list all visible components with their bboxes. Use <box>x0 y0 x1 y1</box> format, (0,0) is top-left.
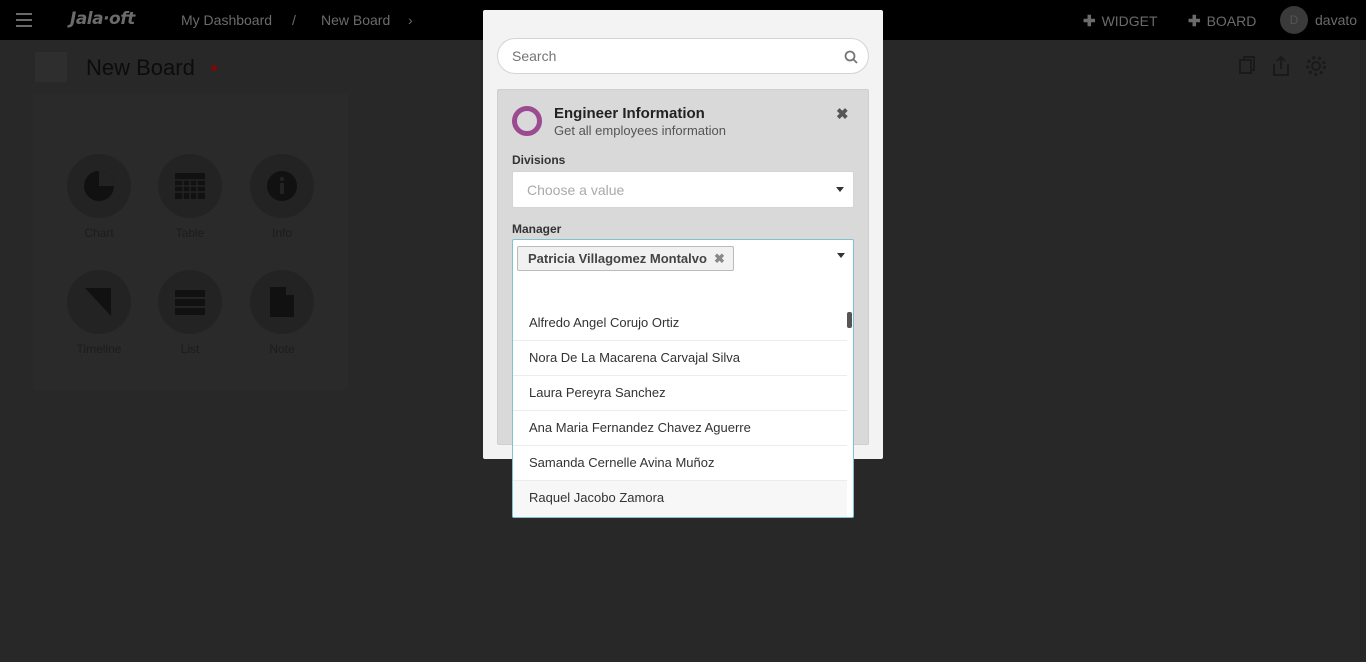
copy-icon[interactable] <box>1237 55 1257 75</box>
widget-info[interactable]: Info <box>247 154 317 240</box>
widget-info-circle <box>250 154 314 218</box>
divisions-placeholder: Choose a value <box>527 182 625 198</box>
manager-options-list: Alfredo Angel Corujo Ortiz Nora De La Ma… <box>513 306 847 516</box>
username[interactable]: davato <box>1315 12 1357 28</box>
widget-palette: Chart Table Info Timeline List Note <box>34 94 348 390</box>
divisions-select[interactable]: Choose a value <box>512 171 854 208</box>
share-icon[interactable] <box>1271 55 1291 77</box>
unsaved-indicator <box>211 65 217 71</box>
dropdown-scrollbar[interactable] <box>847 312 852 328</box>
widget-timeline[interactable]: Timeline <box>64 270 134 356</box>
widget-list-circle <box>158 270 222 334</box>
manager-select[interactable]: Patricia Villagomez Montalvo ✖ Alfredo A… <box>512 239 854 518</box>
manager-label: Manager <box>512 222 562 236</box>
widget-note-label: Note <box>269 342 295 356</box>
selected-manager-chip: Patricia Villagomez Montalvo ✖ <box>517 246 734 271</box>
widget-type-ring-icon <box>512 106 542 136</box>
info-icon <box>267 171 297 201</box>
add-widget-label: WIDGET <box>1101 13 1158 29</box>
search-icon[interactable] <box>844 50 858 64</box>
breadcrumb-separator: / <box>292 12 296 28</box>
breadcrumb-new-board[interactable]: New Board <box>321 12 390 28</box>
pie-chart-icon <box>84 171 114 201</box>
list-item[interactable]: Ana Maria Fernandez Chavez Aguerre <box>513 411 847 446</box>
widget-list-label: List <box>180 342 200 356</box>
list-item[interactable]: Samanda Cernelle Avina Muñoz <box>513 446 847 481</box>
widget-chart-circle <box>67 154 131 218</box>
chevron-down-icon <box>836 187 844 192</box>
table-icon <box>175 173 205 199</box>
add-widget-button[interactable]: ✚ WIDGET <box>1083 12 1158 30</box>
widget-chart-label: Chart <box>84 226 114 240</box>
widget-timeline-circle <box>67 270 131 334</box>
divisions-label: Divisions <box>512 153 566 167</box>
chevron-down-icon[interactable] <box>837 253 845 258</box>
widget-table-label: Table <box>175 226 205 240</box>
widget-table-circle <box>158 154 222 218</box>
breadcrumb-chevron-icon[interactable]: › <box>408 12 413 28</box>
widget-list[interactable]: List <box>155 270 225 356</box>
plus-icon: ✚ <box>1188 13 1201 30</box>
widget-chart[interactable]: Chart <box>64 154 134 240</box>
card-subtitle: Get all employees information <box>554 123 726 138</box>
widget-note-circle <box>250 270 314 334</box>
plus-icon: ✚ <box>1083 13 1096 30</box>
list-item[interactable]: Nora De La Macarena Carvajal Silva <box>513 341 847 376</box>
board-title[interactable]: New Board <box>86 55 195 81</box>
search-input[interactable] <box>512 48 832 64</box>
note-icon <box>270 287 294 317</box>
list-item[interactable]: Laura Pereyra Sanchez <box>513 376 847 411</box>
close-icon[interactable]: ✖ <box>836 105 849 123</box>
widget-timeline-label: Timeline <box>76 342 122 356</box>
board-thumbnail[interactable] <box>35 52 67 82</box>
chip-label: Patricia Villagomez Montalvo <box>528 251 707 266</box>
breadcrumb-my-dashboard[interactable]: My Dashboard <box>181 12 272 28</box>
widget-table[interactable]: Table <box>155 154 225 240</box>
list-icon <box>175 290 205 315</box>
card-title: Engineer Information <box>554 105 705 122</box>
remove-chip-icon[interactable]: ✖ <box>714 247 725 270</box>
add-board-button[interactable]: ✚ BOARD <box>1188 12 1256 30</box>
app-logo[interactable]: Jala·oft <box>70 9 135 29</box>
timeline-icon <box>85 288 111 316</box>
list-item[interactable]: Alfredo Angel Corujo Ortiz <box>513 306 847 341</box>
avatar[interactable]: D <box>1280 6 1308 34</box>
search-box[interactable] <box>497 38 869 74</box>
widget-note[interactable]: Note <box>247 270 317 356</box>
add-board-label: BOARD <box>1206 13 1257 29</box>
hamburger-menu-icon[interactable] <box>16 13 32 27</box>
list-item[interactable]: Raquel Jacobo Zamora <box>513 481 847 516</box>
widget-info-label: Info <box>271 226 292 240</box>
settings-gear-icon[interactable] <box>1305 55 1327 77</box>
